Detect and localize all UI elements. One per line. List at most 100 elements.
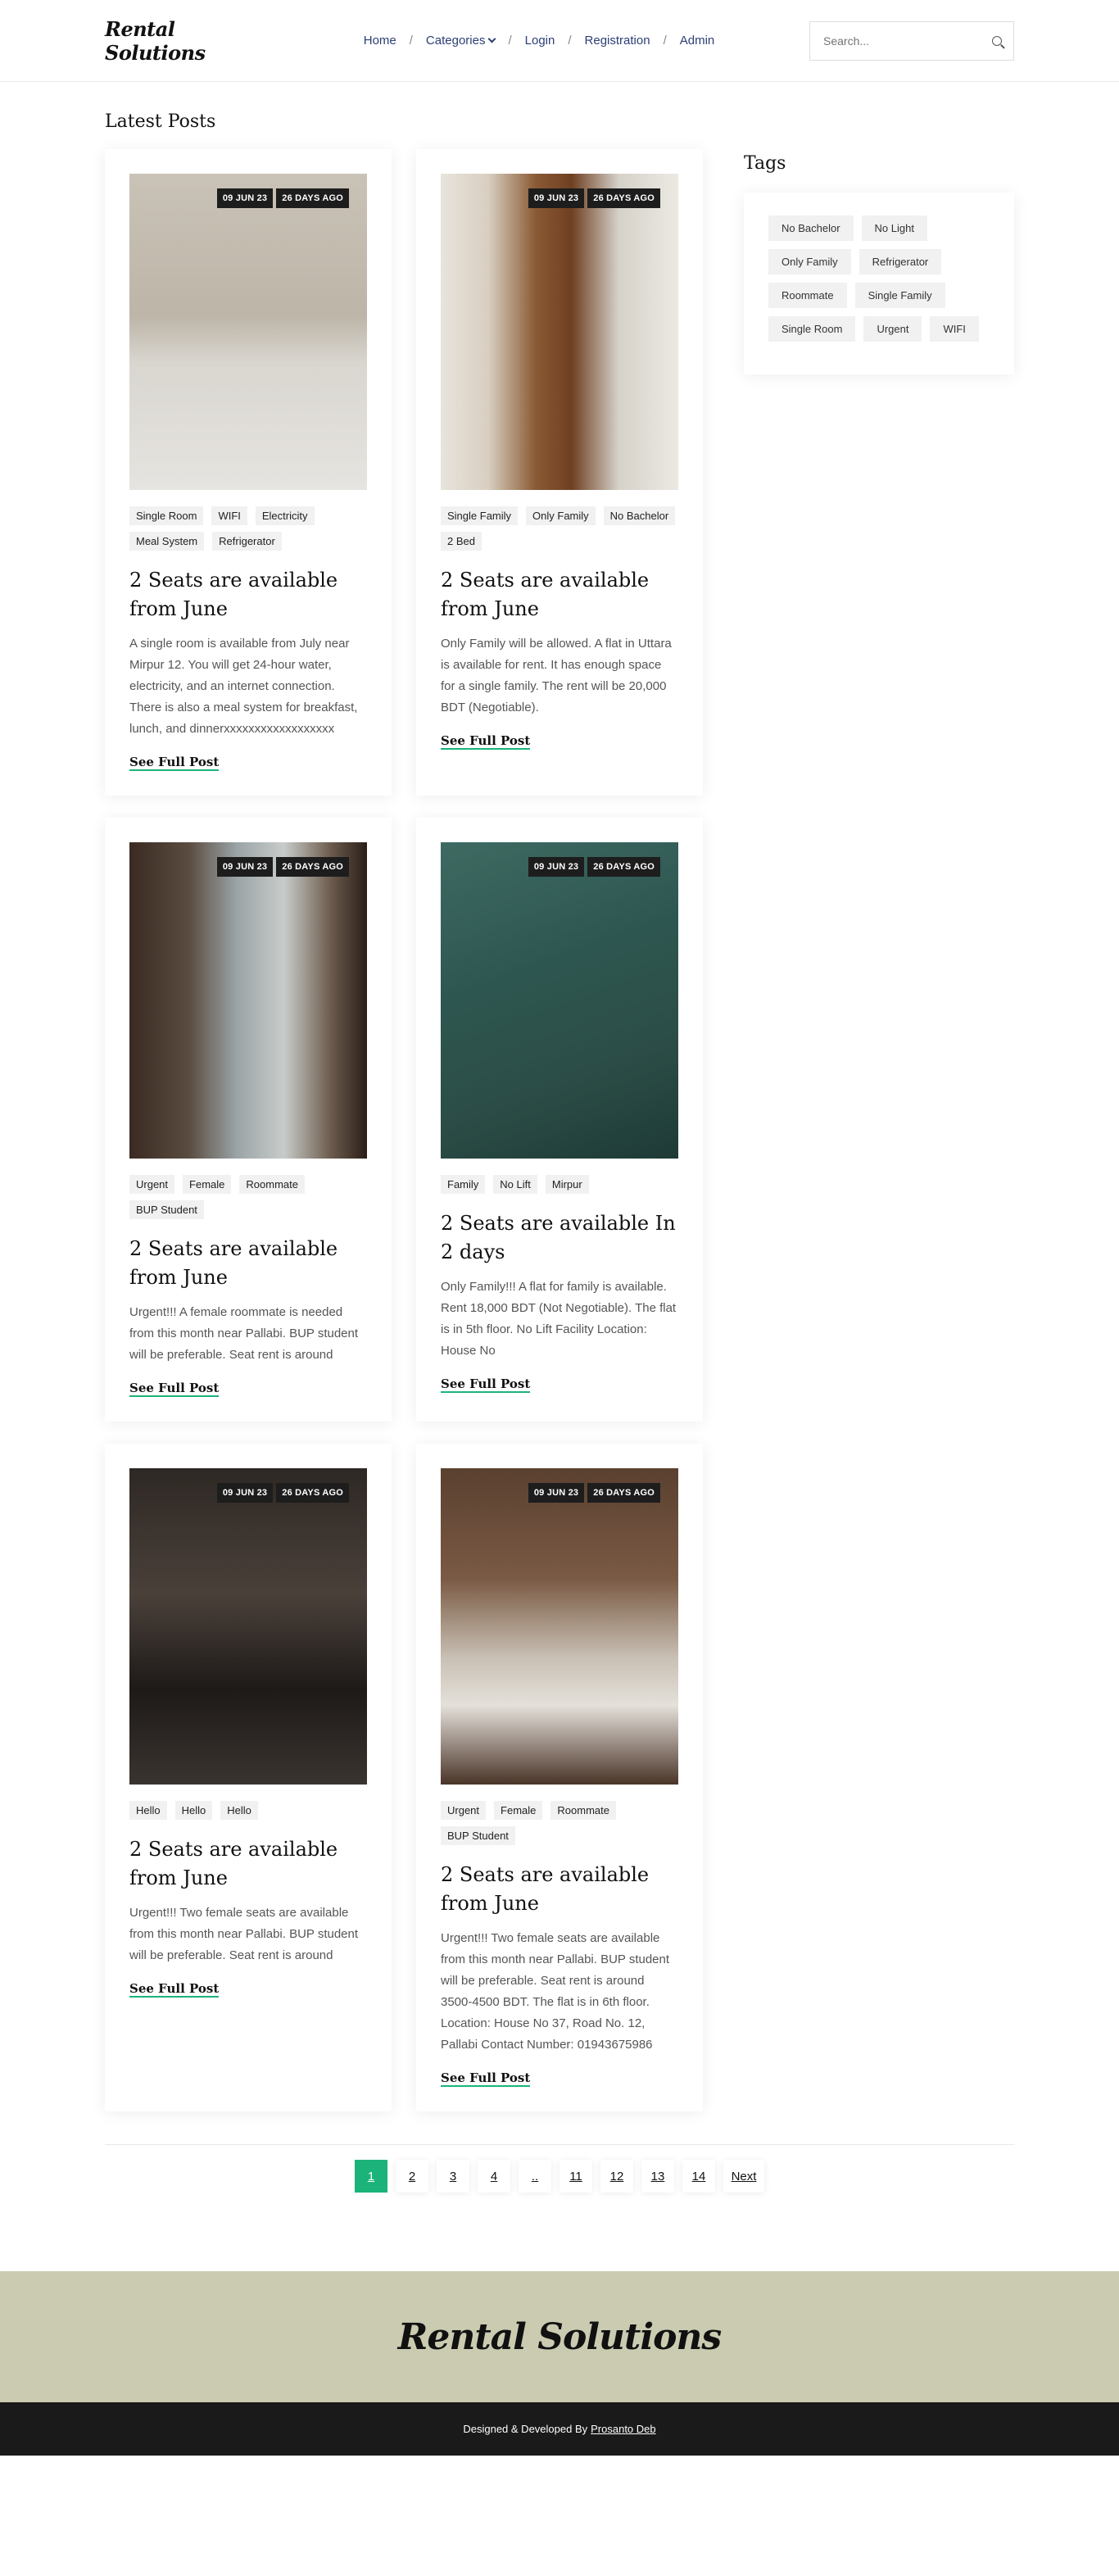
nav-home[interactable]: Home <box>364 34 396 48</box>
post-tags: Single Family Only Family No Bachelor 2 Bed <box>441 506 678 551</box>
nav-separator: / <box>508 34 512 48</box>
see-full-post-link[interactable]: See Full Post <box>441 2070 531 2087</box>
search-input[interactable] <box>823 34 971 48</box>
post-photo <box>441 174 678 490</box>
page-4[interactable]: 4 <box>478 2160 510 2193</box>
see-full-post-link[interactable]: See Full Post <box>129 1381 220 1397</box>
post-excerpt: Urgent!!! A female roommate is needed fr… <box>129 1305 359 1362</box>
post-image[interactable]: 09 JUN 23 26 DAYS AGO <box>441 1468 678 1785</box>
post-tag[interactable]: Urgent <box>441 1801 487 1820</box>
post-title[interactable]: 2 Seats are available from June <box>441 566 678 624</box>
post-tag[interactable]: Urgent <box>129 1175 175 1194</box>
post-image[interactable]: 09 JUN 23 26 DAYS AGO <box>129 842 367 1159</box>
date-badges: 09 JUN 23 26 DAYS AGO <box>216 1483 349 1503</box>
post-card: 09 JUN 23 26 DAYS AGO Urgent Female Roommate… <box>416 1444 703 2111</box>
post-tag[interactable]: BUP Student <box>129 1200 204 1219</box>
post-tag[interactable]: BUP Student <box>441 1826 515 1845</box>
sidebar-tag[interactable]: No Bachelor <box>768 215 854 241</box>
page-ellipsis[interactable]: .. <box>519 2160 551 2193</box>
age-badge: 26 DAYS AGO <box>276 188 349 208</box>
post-image[interactable]: 09 JUN 23 26 DAYS AGO <box>129 1468 367 1785</box>
footer-top: Rental Solutions <box>0 2271 1119 2402</box>
sidebar-tag[interactable]: Single Room <box>768 316 856 342</box>
sidebar-tag[interactable]: Single Family <box>854 283 945 308</box>
post-tag[interactable]: Meal System <box>129 532 205 551</box>
post-photo <box>129 842 367 1159</box>
post-tag[interactable]: Hello <box>174 1801 213 1820</box>
post-tag[interactable]: Only Family <box>526 506 596 525</box>
sidebar-tag[interactable]: Only Family <box>768 249 851 274</box>
post-tag[interactable]: Single Room <box>129 506 204 525</box>
age-badge: 26 DAYS AGO <box>587 1483 660 1503</box>
pagination-divider <box>105 2144 1014 2145</box>
post-photo <box>441 1468 678 1785</box>
nav-categories[interactable]: Categories <box>426 34 496 48</box>
post-image[interactable]: 09 JUN 23 26 DAYS AGO <box>441 842 678 1159</box>
sidebar: Tags No Bachelor No Light Only Family Refri… <box>744 111 1014 2111</box>
post-tag[interactable]: Female <box>494 1801 543 1820</box>
post-tag[interactable]: Electricity <box>255 506 315 525</box>
post-tag[interactable]: Refrigerator <box>212 532 282 551</box>
post-tag[interactable]: WIFI <box>211 506 247 525</box>
latest-posts-section: Latest Posts 09 JUN 23 26 DAYS AGO Single … <box>105 111 703 2111</box>
nav-categories-label: Categories <box>425 34 486 48</box>
post-photo <box>129 1468 367 1785</box>
post-card: 09 JUN 23 26 DAYS AGO Single Room WIFI Elect… <box>105 149 392 796</box>
section-title: Latest Posts <box>105 111 216 132</box>
see-full-post-link[interactable]: See Full Post <box>441 733 531 750</box>
footer-author-link[interactable]: Prosanto Deb <box>591 2423 656 2435</box>
post-tag[interactable]: Hello <box>220 1801 258 1820</box>
post-tag[interactable]: Roommate <box>239 1175 305 1194</box>
header-inner: Rental Solutions Home / Categories / Log… <box>105 17 1014 65</box>
post-title[interactable]: 2 Seats are available from June <box>441 1861 678 1918</box>
page-14[interactable]: 14 <box>682 2160 715 2193</box>
sidebar-tag[interactable]: WIFI <box>930 316 979 342</box>
date-badge: 09 JUN 23 <box>528 1483 585 1503</box>
sidebar-title: Tags <box>744 153 786 174</box>
page-11[interactable]: 11 <box>560 2160 592 2193</box>
sidebar-tag[interactable]: No Light <box>861 215 927 241</box>
post-image[interactable]: 09 JUN 23 26 DAYS AGO <box>129 174 367 490</box>
search-icon[interactable] <box>992 35 1002 46</box>
post-tag[interactable]: No Lift <box>493 1175 537 1194</box>
sidebar-tag[interactable]: Refrigerator <box>859 249 942 274</box>
page-12[interactable]: 12 <box>600 2160 633 2193</box>
post-title[interactable]: 2 Seats are available from June <box>129 566 367 624</box>
post-tag[interactable]: Female <box>183 1175 232 1194</box>
nav-admin[interactable]: Admin <box>680 34 715 48</box>
nav-registration[interactable]: Registration <box>585 34 650 48</box>
post-title[interactable]: 2 Seats are available from June <box>129 1835 367 1893</box>
page-13[interactable]: 13 <box>641 2160 674 2193</box>
nav-separator: / <box>568 34 572 48</box>
post-image[interactable]: 09 JUN 23 26 DAYS AGO <box>441 174 678 490</box>
date-badge: 09 JUN 23 <box>216 188 274 208</box>
footer-logo[interactable]: Rental Solutions <box>398 2316 722 2358</box>
post-title[interactable]: 2 Seats are available In 2 days <box>441 1209 678 1267</box>
post-tag[interactable]: Hello <box>129 1801 167 1820</box>
date-badges: 09 JUN 23 26 DAYS AGO <box>528 857 660 877</box>
site-logo[interactable]: Rental Solutions <box>105 17 269 65</box>
main-nav: Home / Categories / Login / Registration… <box>364 34 715 48</box>
date-badges: 09 JUN 23 26 DAYS AGO <box>528 1483 660 1503</box>
post-tag[interactable]: Single Family <box>441 506 519 525</box>
page-3[interactable]: 3 <box>437 2160 469 2193</box>
sidebar-tag[interactable]: Roommate <box>768 283 847 308</box>
page-1[interactable]: 1 <box>355 2160 387 2193</box>
see-full-post-link[interactable]: See Full Post <box>441 1376 531 1393</box>
post-tag[interactable]: Mirpur <box>545 1175 589 1194</box>
post-tag[interactable]: No Bachelor <box>603 506 676 525</box>
nav-login[interactable]: Login <box>525 34 555 48</box>
post-tag[interactable]: 2 Bed <box>441 532 482 551</box>
post-tag[interactable]: Family <box>441 1175 486 1194</box>
nav-separator: / <box>409 34 413 48</box>
sidebar-tag[interactable]: Urgent <box>863 316 922 342</box>
see-full-post-link[interactable]: See Full Post <box>129 755 220 771</box>
age-badge: 26 DAYS AGO <box>587 857 660 877</box>
post-title[interactable]: 2 Seats are available from June <box>129 1235 367 1292</box>
post-excerpt: Urgent!!! Two female seats are available… <box>441 1931 670 2052</box>
next-page-button[interactable]: Next <box>723 2160 764 2193</box>
see-full-post-link[interactable]: See Full Post <box>129 1981 220 1998</box>
site-header: Rental Solutions Home / Categories / Log… <box>0 0 1119 82</box>
post-tag[interactable]: Roommate <box>550 1801 616 1820</box>
page-2[interactable]: 2 <box>396 2160 428 2193</box>
